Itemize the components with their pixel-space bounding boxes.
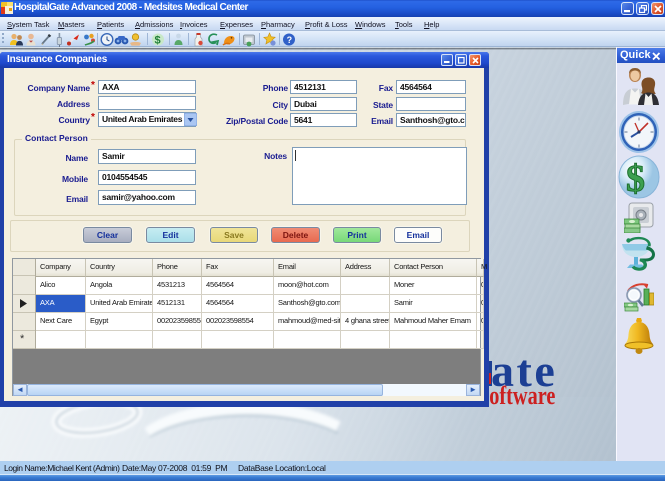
svg-text:?: ? — [287, 35, 293, 45]
svg-text:$: $ — [626, 158, 645, 199]
svg-text:$: $ — [155, 35, 161, 47]
